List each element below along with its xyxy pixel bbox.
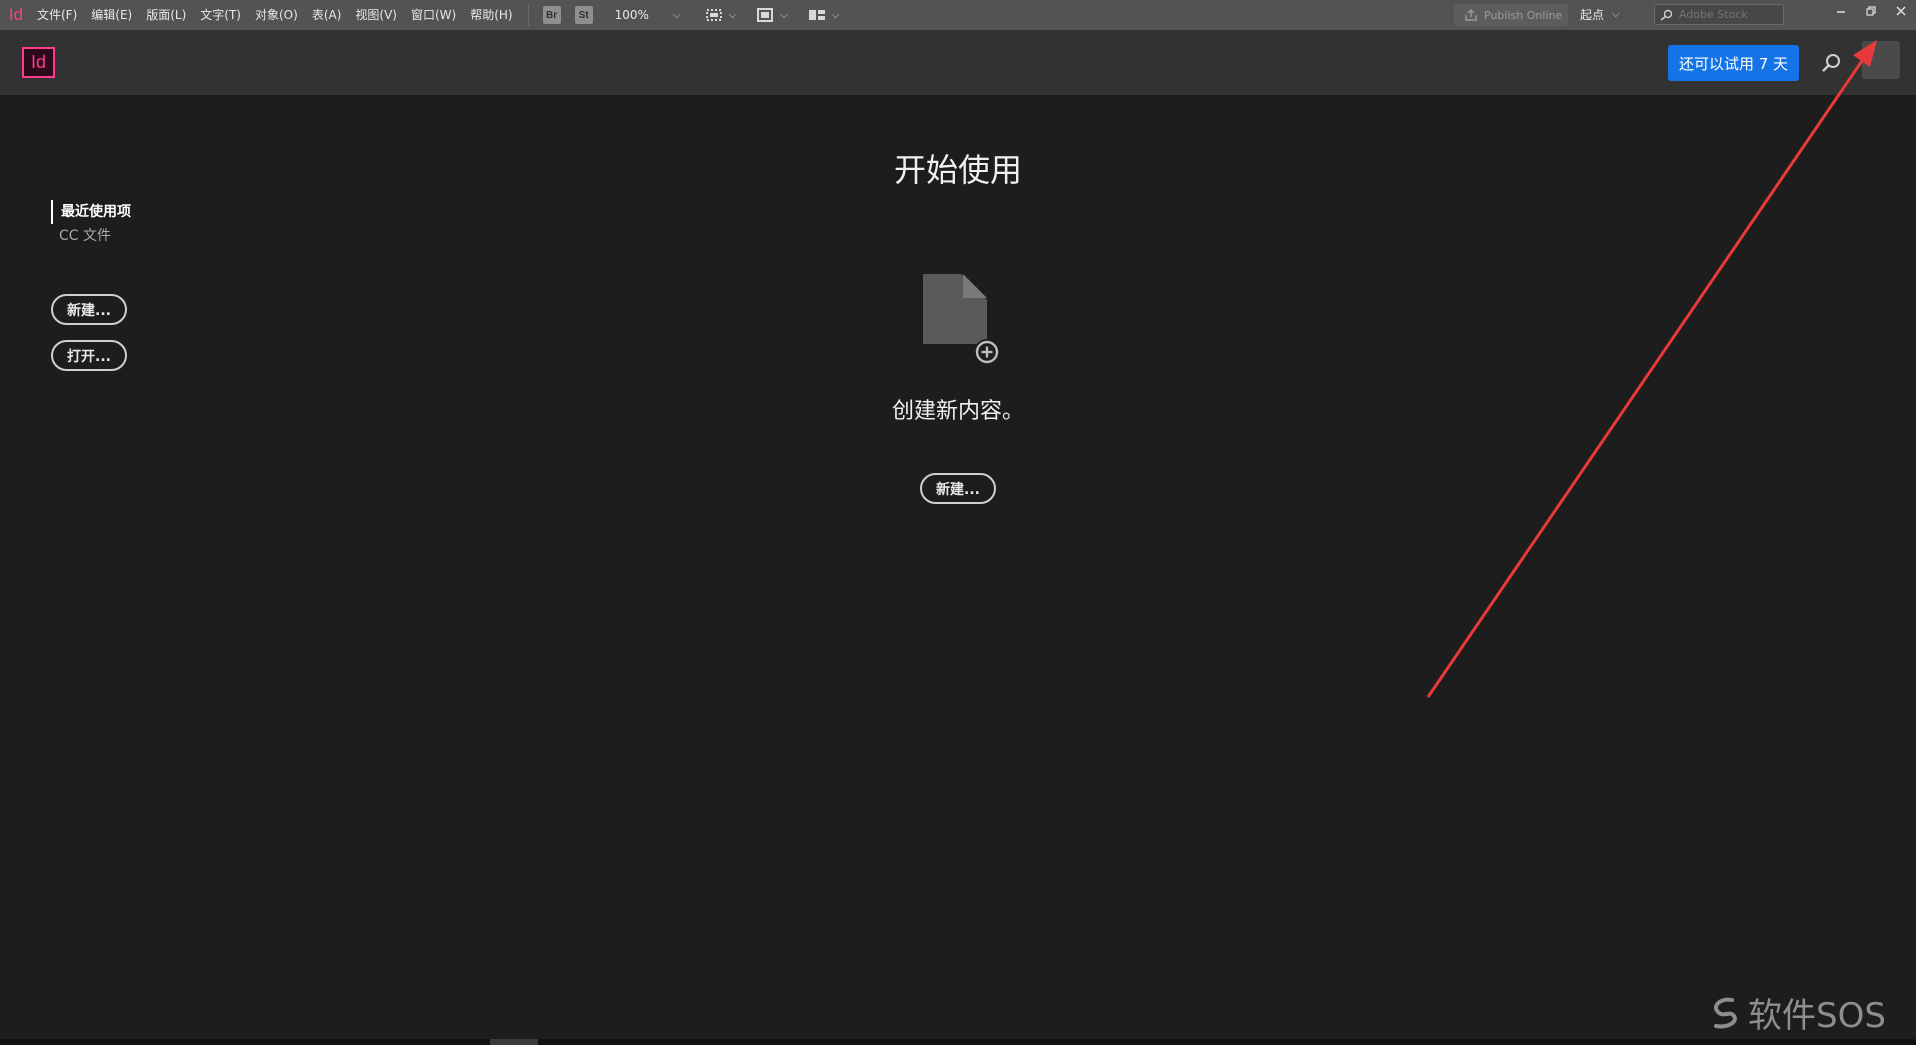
- restore-icon: [1866, 6, 1876, 16]
- zoom-select[interactable]: 100% ⌵: [611, 4, 685, 26]
- main-new-wrapper: 新建...: [0, 473, 1916, 504]
- frame-icon[interactable]: [756, 7, 774, 23]
- menu-bar: Id 文件(F) 编辑(E) 版面(L) 文字(T) 对象(O) 表(A) 视图…: [0, 0, 1916, 30]
- sidebar-item-cc-files[interactable]: CC 文件: [51, 224, 131, 248]
- publish-online-label: Publish Online: [1484, 8, 1563, 22]
- new-document-icon: [923, 274, 1000, 365]
- share-icon: [1465, 9, 1477, 21]
- main-new-button[interactable]: 新建...: [920, 473, 996, 504]
- search-icon: [1660, 9, 1673, 21]
- adobe-stock-input[interactable]: [1679, 8, 1779, 21]
- workspace-switcher[interactable]: 起点 ⌵: [1580, 0, 1620, 30]
- sidebar-item-recent[interactable]: 最近使用项: [51, 200, 131, 224]
- start-sidebar: 最近使用项 CC 文件 新建... 打开...: [51, 200, 131, 371]
- avatar[interactable]: [1862, 41, 1900, 79]
- open-button[interactable]: 打开...: [51, 340, 127, 371]
- watermark: 软件SOS: [1708, 988, 1886, 1037]
- adobe-stock-search[interactable]: [1654, 4, 1784, 25]
- arrange-icon[interactable]: [808, 7, 826, 23]
- start-header: Id 还可以试用 7 天: [0, 30, 1916, 95]
- menu-edit[interactable]: 编辑(E): [84, 0, 139, 30]
- indesign-logo: Id: [22, 47, 55, 78]
- search-button[interactable]: [1816, 48, 1846, 78]
- trial-button[interactable]: 还可以试用 7 天: [1668, 45, 1799, 81]
- indesign-start-screen: Id 文件(F) 编辑(E) 版面(L) 文字(T) 对象(O) 表(A) 视图…: [0, 0, 1916, 1045]
- publish-online-button[interactable]: Publish Online: [1454, 4, 1568, 26]
- menu-file[interactable]: 文件(F): [30, 0, 84, 30]
- chevron-down-icon: ⌵: [1612, 9, 1620, 20]
- menu-window[interactable]: 窗口(W): [404, 0, 463, 30]
- minimize-button[interactable]: [1826, 0, 1856, 22]
- screen-mode-icon[interactable]: [705, 7, 723, 23]
- close-icon: [1896, 6, 1906, 16]
- workspace-label: 起点: [1580, 8, 1605, 22]
- menu-object[interactable]: 对象(O): [248, 0, 305, 30]
- zoom-value: 100%: [614, 8, 649, 22]
- minimize-icon: [1837, 11, 1845, 13]
- chevron-down-icon: ⌵: [673, 9, 681, 21]
- bridge-icon[interactable]: Br: [542, 6, 561, 24]
- bottom-strip: [0, 1039, 1916, 1045]
- menu-divider: [527, 4, 529, 26]
- watermark-text: 软件SOS: [1748, 996, 1886, 1036]
- restore-button[interactable]: [1856, 0, 1886, 22]
- chevron-down-icon: ⌵: [831, 9, 840, 21]
- screen-mode[interactable]: ⌵: [756, 7, 788, 23]
- stock-icon[interactable]: St: [574, 6, 593, 24]
- chevron-down-icon: ⌵: [728, 9, 737, 21]
- menu-help[interactable]: 帮助(H): [463, 0, 519, 30]
- window-controls: [1826, 0, 1916, 30]
- menu-view[interactable]: 视图(V): [348, 0, 404, 30]
- app-logo-icon: Id: [8, 5, 24, 24]
- arrange-documents[interactable]: ⌵: [808, 7, 840, 23]
- menu-type[interactable]: 文字(T): [193, 0, 248, 30]
- page-title: 开始使用: [893, 151, 1022, 189]
- create-new-content-text: 创建新内容。: [891, 399, 1024, 424]
- new-button[interactable]: 新建...: [51, 294, 127, 325]
- watermark-logo-icon: [1713, 997, 1737, 1028]
- view-options[interactable]: ⌵: [705, 7, 737, 23]
- menu-layout[interactable]: 版面(L): [139, 0, 193, 30]
- chevron-down-icon: ⌵: [780, 9, 788, 21]
- menu-table[interactable]: 表(A): [305, 0, 349, 30]
- search-icon: [1822, 54, 1840, 72]
- bottom-scroll-thumb[interactable]: [490, 1039, 538, 1045]
- close-button[interactable]: [1886, 0, 1916, 22]
